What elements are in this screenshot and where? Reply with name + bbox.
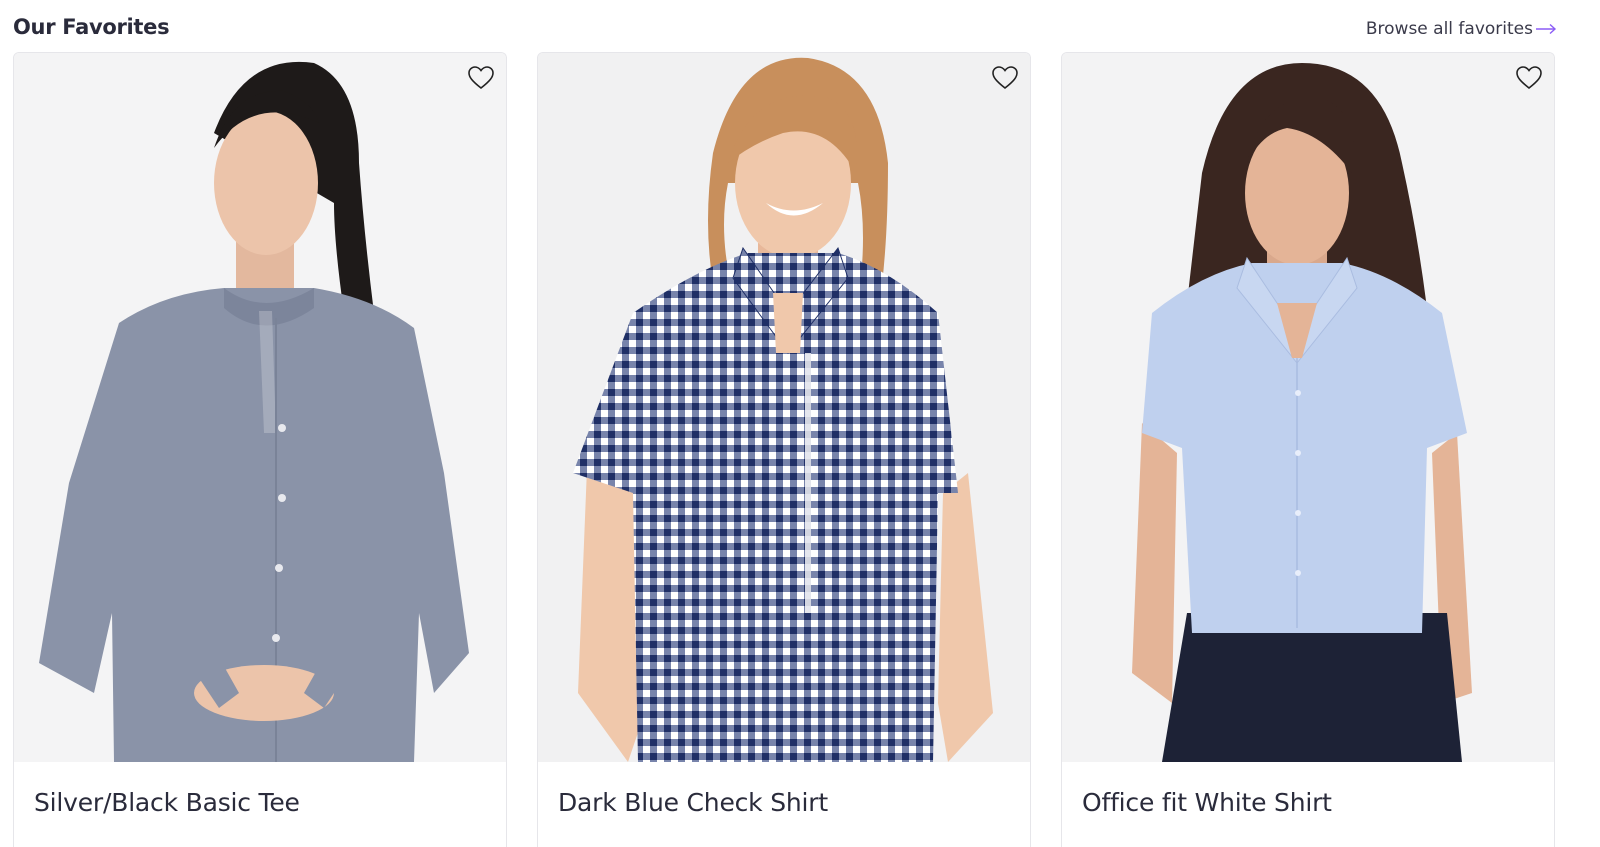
heart-outline-icon (992, 66, 1018, 90)
heart-outline-icon (1516, 66, 1542, 90)
product-name[interactable]: Office fit White Shirt (1082, 788, 1332, 817)
product-card[interactable]: Office fit White Shirt (1061, 52, 1555, 847)
product-name[interactable]: Silver/Black Basic Tee (34, 788, 300, 817)
section-header: Our Favorites Browse all favorites (13, 12, 1600, 46)
browse-all-favorites-link[interactable]: Browse all favorites (1366, 19, 1557, 39)
product-name[interactable]: Dark Blue Check Shirt (558, 788, 828, 817)
product-card[interactable]: Dark Blue Check Shirt (537, 52, 1031, 847)
product-image[interactable] (538, 53, 1030, 762)
product-card[interactable]: Silver/Black Basic Tee (13, 52, 507, 847)
product-image[interactable] (1062, 53, 1554, 762)
favorite-button[interactable] (466, 63, 496, 93)
arrow-right-icon (1536, 23, 1557, 35)
product-grid: Silver/Black Basic Tee Dark Blue Check S… (13, 52, 1555, 847)
product-photo-grey-blouse (14, 53, 506, 762)
section-title: Our Favorites (13, 15, 170, 39)
favorites-page: Our Favorites Browse all favorites Silve… (0, 0, 1600, 847)
favorite-button[interactable] (1514, 63, 1544, 93)
product-photo-light-blue-shirt (1062, 53, 1554, 762)
product-image[interactable] (14, 53, 506, 762)
favorite-button[interactable] (990, 63, 1020, 93)
product-photo-navy-gingham-shirt (538, 53, 1030, 762)
heart-outline-icon (468, 66, 494, 90)
browse-all-favorites-label: Browse all favorites (1365, 19, 1533, 39)
